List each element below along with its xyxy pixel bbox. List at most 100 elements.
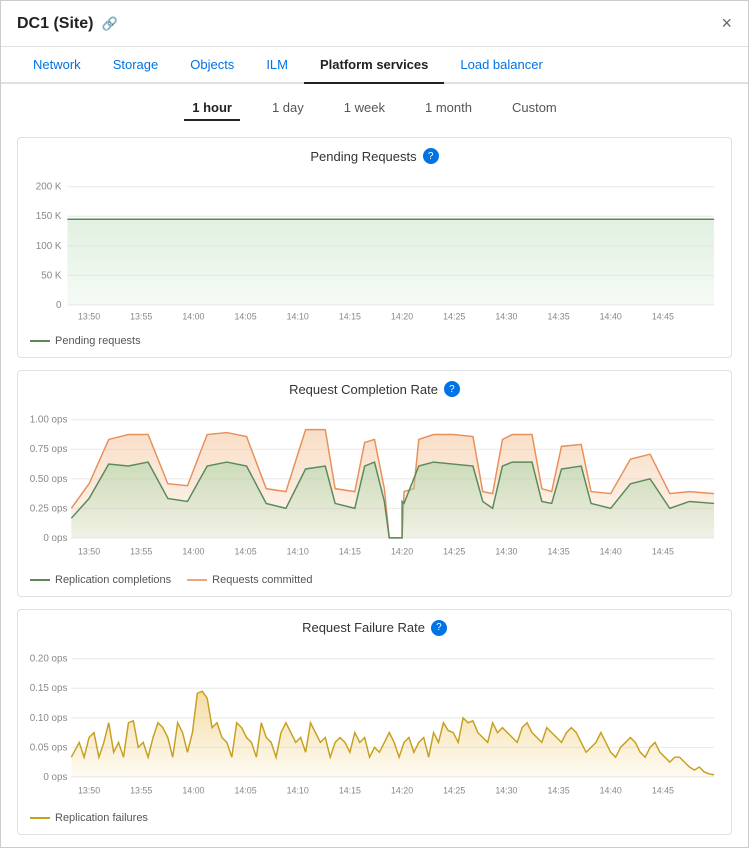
svg-text:14:10: 14:10 bbox=[287, 312, 309, 322]
pending-requests-svg: 200 K 150 K 100 K 50 K 0 bbox=[30, 172, 719, 329]
completion-rate-help-icon[interactable]: ? bbox=[444, 381, 460, 397]
failure-rate-legend: Replication failures bbox=[30, 806, 719, 824]
svg-text:14:30: 14:30 bbox=[495, 312, 517, 322]
time-tab-1day[interactable]: 1 day bbox=[264, 96, 312, 121]
svg-text:13:55: 13:55 bbox=[130, 786, 152, 796]
tab-platform-services[interactable]: Platform services bbox=[304, 47, 444, 84]
svg-text:14:45: 14:45 bbox=[652, 312, 674, 322]
window-title: DC1 (Site) bbox=[17, 15, 93, 33]
title-bar-left: DC1 (Site) 🔗 bbox=[17, 15, 118, 33]
legend-pending-requests: Pending requests bbox=[30, 335, 141, 347]
time-tabs: 1 hour 1 day 1 week 1 month Custom bbox=[1, 84, 748, 129]
legend-line-green-completion bbox=[30, 579, 50, 581]
svg-text:0: 0 bbox=[56, 300, 62, 311]
svg-text:0.15 ops: 0.15 ops bbox=[30, 683, 67, 694]
svg-text:14:45: 14:45 bbox=[652, 547, 674, 557]
svg-text:0.05 ops: 0.05 ops bbox=[30, 742, 67, 753]
completion-rate-chart: 1.00 ops 0.75 ops 0.50 ops 0.25 ops 0 op… bbox=[30, 405, 719, 567]
svg-text:14:05: 14:05 bbox=[234, 547, 256, 557]
svg-text:0.25 ops: 0.25 ops bbox=[30, 504, 67, 515]
tab-network[interactable]: Network bbox=[17, 47, 97, 84]
legend-requests-committed: Requests committed bbox=[187, 574, 312, 586]
failure-rate-title: Request Failure Rate ? bbox=[30, 620, 719, 636]
svg-text:14:00: 14:00 bbox=[182, 547, 204, 557]
legend-label-replication: Replication completions bbox=[55, 574, 171, 586]
failure-rate-label: Request Failure Rate bbox=[302, 620, 425, 635]
svg-text:14:25: 14:25 bbox=[443, 312, 465, 322]
external-link-icon[interactable]: 🔗 bbox=[101, 16, 117, 32]
legend-replication-failures: Replication failures bbox=[30, 812, 148, 824]
pending-requests-chart: 200 K 150 K 100 K 50 K 0 bbox=[30, 172, 719, 329]
completion-rate-legend: Replication completions Requests committ… bbox=[30, 568, 719, 586]
svg-text:13:50: 13:50 bbox=[78, 547, 100, 557]
legend-label-pending: Pending requests bbox=[55, 335, 141, 347]
completion-rate-title: Request Completion Rate ? bbox=[30, 381, 719, 397]
svg-text:13:50: 13:50 bbox=[78, 786, 100, 796]
svg-text:14:40: 14:40 bbox=[600, 547, 622, 557]
legend-label-failures: Replication failures bbox=[55, 812, 148, 824]
svg-text:14:15: 14:15 bbox=[339, 547, 361, 557]
time-tab-custom[interactable]: Custom bbox=[504, 96, 565, 121]
pending-requests-section: Pending Requests ? 200 K 150 K 100 K 50 … bbox=[17, 137, 732, 358]
legend-replication-completions: Replication completions bbox=[30, 574, 171, 586]
failure-rate-chart: 0.20 ops 0.15 ops 0.10 ops 0.05 ops 0 op… bbox=[30, 644, 719, 806]
svg-text:14:10: 14:10 bbox=[287, 786, 309, 796]
pending-requests-help-icon[interactable]: ? bbox=[423, 148, 439, 164]
svg-text:14:25: 14:25 bbox=[443, 786, 465, 796]
nav-tabs: Network Storage Objects ILM Platform ser… bbox=[1, 47, 748, 84]
legend-line-orange bbox=[187, 579, 207, 581]
failure-rate-svg: 0.20 ops 0.15 ops 0.10 ops 0.05 ops 0 op… bbox=[30, 644, 719, 806]
failure-rate-help-icon[interactable]: ? bbox=[431, 620, 447, 636]
svg-text:14:35: 14:35 bbox=[547, 786, 569, 796]
svg-text:0.75 ops: 0.75 ops bbox=[30, 445, 67, 456]
svg-text:14:25: 14:25 bbox=[443, 547, 465, 557]
svg-text:200 K: 200 K bbox=[36, 182, 62, 193]
svg-text:0.20 ops: 0.20 ops bbox=[30, 654, 67, 665]
pending-requests-label: Pending Requests bbox=[310, 149, 416, 164]
svg-text:13:55: 13:55 bbox=[130, 312, 152, 322]
time-tab-1week[interactable]: 1 week bbox=[336, 96, 393, 121]
svg-text:14:20: 14:20 bbox=[391, 312, 413, 322]
svg-text:14:15: 14:15 bbox=[339, 786, 361, 796]
completion-rate-label: Request Completion Rate bbox=[289, 382, 438, 397]
legend-line-yellow bbox=[30, 817, 50, 819]
time-tab-1month[interactable]: 1 month bbox=[417, 96, 480, 121]
svg-text:14:00: 14:00 bbox=[182, 312, 204, 322]
svg-text:14:05: 14:05 bbox=[234, 786, 256, 796]
svg-text:13:55: 13:55 bbox=[130, 547, 152, 557]
svg-text:14:35: 14:35 bbox=[547, 547, 569, 557]
svg-text:14:20: 14:20 bbox=[391, 786, 413, 796]
svg-text:100 K: 100 K bbox=[36, 241, 62, 252]
svg-text:0 ops: 0 ops bbox=[43, 772, 67, 783]
svg-text:14:05: 14:05 bbox=[234, 312, 256, 322]
legend-line-green bbox=[30, 340, 50, 342]
svg-text:14:15: 14:15 bbox=[339, 312, 361, 322]
completion-rate-section: Request Completion Rate ? 1.00 ops 0.75 … bbox=[17, 370, 732, 596]
completion-rate-svg: 1.00 ops 0.75 ops 0.50 ops 0.25 ops 0 op… bbox=[30, 405, 719, 567]
svg-text:14:20: 14:20 bbox=[391, 547, 413, 557]
failure-rate-section: Request Failure Rate ? 0.20 ops 0.15 ops… bbox=[17, 609, 732, 835]
pending-requests-legend: Pending requests bbox=[30, 329, 719, 347]
pending-requests-title: Pending Requests ? bbox=[30, 148, 719, 164]
svg-text:14:40: 14:40 bbox=[600, 786, 622, 796]
svg-text:14:00: 14:00 bbox=[182, 786, 204, 796]
main-window: DC1 (Site) 🔗 × Network Storage Objects I… bbox=[0, 0, 749, 848]
tab-load-balancer[interactable]: Load balancer bbox=[444, 47, 558, 84]
svg-text:50 K: 50 K bbox=[41, 270, 62, 281]
title-bar: DC1 (Site) 🔗 × bbox=[1, 1, 748, 47]
svg-text:14:10: 14:10 bbox=[287, 547, 309, 557]
time-tab-1hour[interactable]: 1 hour bbox=[184, 96, 240, 121]
svg-text:0.50 ops: 0.50 ops bbox=[30, 474, 67, 485]
svg-text:0 ops: 0 ops bbox=[43, 533, 67, 544]
tab-objects[interactable]: Objects bbox=[174, 47, 250, 84]
svg-text:1.00 ops: 1.00 ops bbox=[30, 415, 67, 426]
tab-storage[interactable]: Storage bbox=[97, 47, 175, 84]
tab-ilm[interactable]: ILM bbox=[250, 47, 304, 84]
legend-label-committed: Requests committed bbox=[212, 574, 312, 586]
svg-text:14:35: 14:35 bbox=[547, 312, 569, 322]
close-button[interactable]: × bbox=[721, 13, 732, 34]
svg-text:14:40: 14:40 bbox=[600, 312, 622, 322]
svg-text:13:50: 13:50 bbox=[78, 312, 100, 322]
svg-text:150 K: 150 K bbox=[36, 211, 62, 222]
svg-text:14:30: 14:30 bbox=[495, 786, 517, 796]
